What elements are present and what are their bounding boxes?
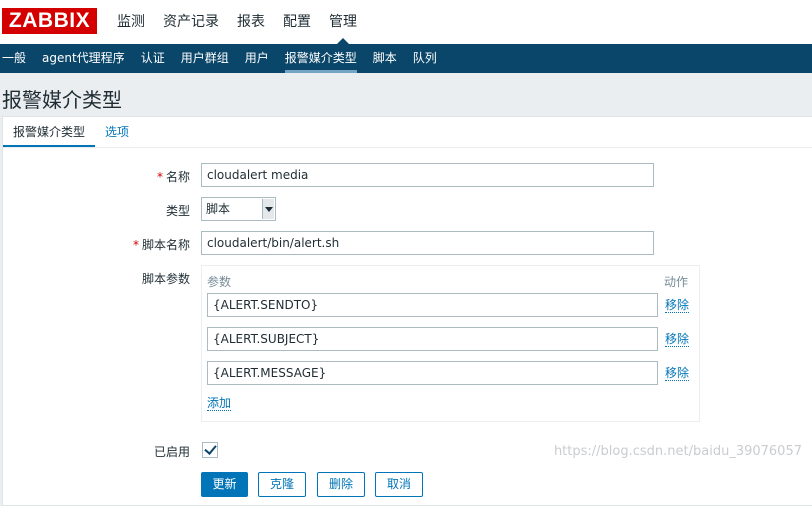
remove-param-button[interactable]: 移除: [665, 298, 690, 313]
subnav-general[interactable]: 一般: [0, 44, 34, 73]
required-marker: *: [132, 238, 139, 252]
clone-button[interactable]: 克隆: [258, 472, 306, 497]
subnav-scripts[interactable]: 脚本: [365, 44, 405, 73]
type-select[interactable]: 脚本: [201, 197, 276, 221]
script-params-label: 脚本参数: [141, 272, 190, 286]
script-param-input[interactable]: {ALERT.SUBJECT}: [207, 327, 658, 351]
watermark: https://blog.csdn.net/baidu_39076057: [553, 444, 802, 459]
subnav-proxies[interactable]: agent代理程序: [34, 44, 133, 73]
subnav-users[interactable]: 用户: [237, 44, 277, 73]
name-label: * 名称: [70, 168, 190, 185]
nav-administration[interactable]: 管理: [320, 0, 366, 44]
nav-reports[interactable]: 报表: [228, 0, 274, 44]
zabbix-logo[interactable]: ZABBIX: [2, 8, 97, 34]
top-bar: ZABBIX 监测 资产记录 报表 配置 管理: [0, 0, 812, 44]
subnav-authentication[interactable]: 认证: [133, 44, 173, 73]
add-param-button[interactable]: 添加: [207, 396, 232, 411]
action-column-header: 动作: [664, 275, 689, 289]
required-marker: *: [156, 170, 163, 184]
script-param-input[interactable]: {ALERT.SENDTO}: [207, 293, 658, 317]
params-column-header: 参数: [207, 275, 232, 289]
main-nav: 监测 资产记录 报表 配置 管理: [108, 0, 366, 44]
script-name-label-text: 脚本名称: [141, 238, 190, 252]
subnav-media-types[interactable]: 报警媒介类型: [277, 44, 365, 73]
type-label: 类型: [165, 204, 190, 218]
page-title: 报警媒介类型: [2, 88, 122, 112]
script-name-label: * 脚本名称: [70, 236, 190, 253]
script-name-input[interactable]: cloudalert/bin/alert.sh: [201, 231, 654, 255]
nav-monitoring[interactable]: 监测: [108, 0, 154, 44]
name-input[interactable]: cloudalert media: [201, 163, 654, 187]
script-param-input[interactable]: {ALERT.MESSAGE}: [207, 361, 658, 385]
type-select-value: 脚本: [206, 202, 231, 216]
update-button[interactable]: 更新: [201, 472, 248, 497]
subnav-user-groups[interactable]: 用户群组: [173, 44, 237, 73]
sub-nav: 一般 agent代理程序 认证 用户群组 用户 报警媒介类型 脚本 队列: [0, 44, 812, 73]
enabled-checkbox[interactable]: [202, 442, 218, 458]
enabled-label: 已启用: [153, 445, 190, 459]
cancel-button[interactable]: 取消: [375, 472, 423, 497]
remove-param-button[interactable]: 移除: [665, 366, 690, 381]
nav-inventory[interactable]: 资产记录: [154, 0, 228, 44]
name-label-text: 名称: [165, 170, 190, 184]
nav-configuration[interactable]: 配置: [274, 0, 320, 44]
script-params-table: 参数 动作 {ALERT.SENDTO} 移除 {ALERT.SUBJECT} …: [201, 265, 700, 422]
tab-media-type[interactable]: 报警媒介类型: [3, 117, 96, 147]
remove-param-button[interactable]: 移除: [665, 332, 690, 347]
subnav-queue[interactable]: 队列: [405, 44, 445, 73]
delete-button[interactable]: 删除: [317, 472, 365, 497]
tab-options[interactable]: 选项: [95, 117, 139, 147]
dropdown-arrow-icon: [262, 199, 274, 219]
tab-bar: 报警媒介类型 选项: [3, 117, 812, 148]
